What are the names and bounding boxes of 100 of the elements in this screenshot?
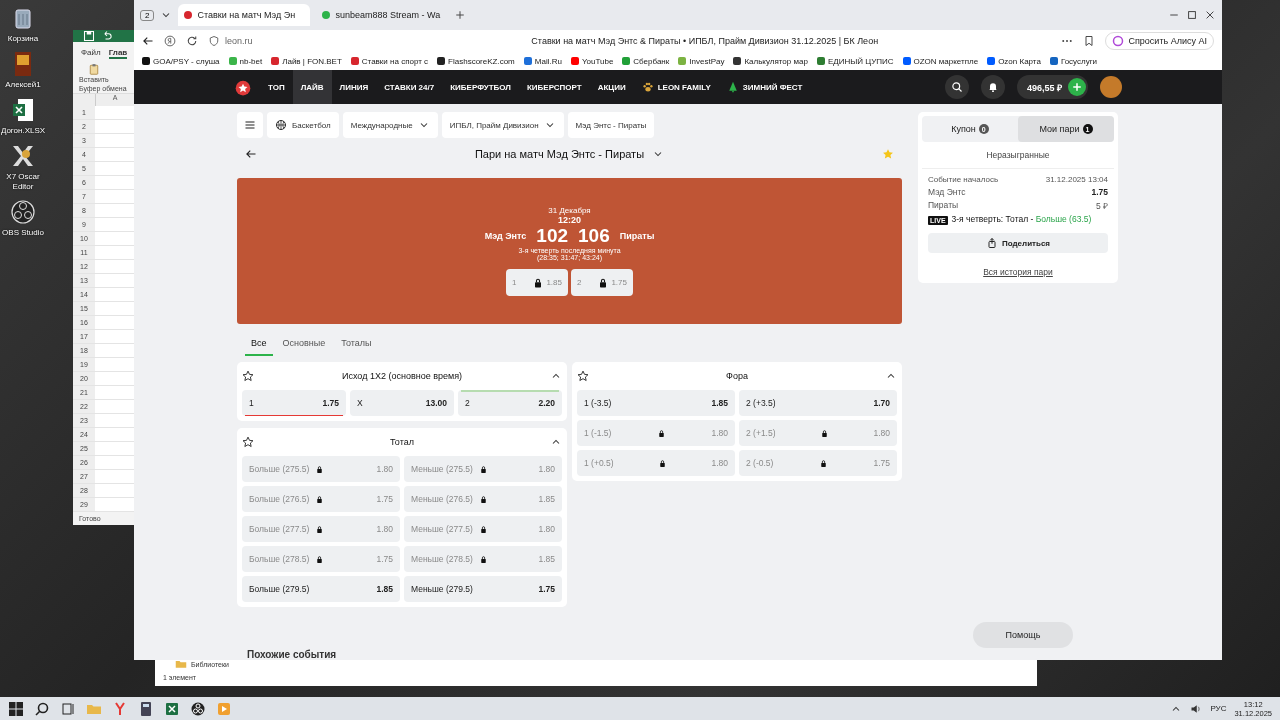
odds-button[interactable]: 1 (-3.5) 1.85 — [577, 390, 735, 416]
team-name: Пираты — [619, 231, 655, 241]
speaker-icon[interactable] — [1190, 702, 1203, 715]
odds-button[interactable]: Больше (279.5) 1.85 — [242, 576, 400, 602]
avatar[interactable] — [1100, 76, 1122, 98]
lock-icon — [658, 458, 667, 468]
ribbon-tab[interactable]: Файл — [81, 48, 101, 59]
bookmark-link[interactable]: InvestPay — [689, 56, 725, 66]
star-icon[interactable] — [242, 370, 254, 382]
menu-button[interactable] — [237, 112, 263, 138]
history-link[interactable]: Вся история пари — [983, 267, 1053, 277]
bookmark-link[interactable]: YouTube — [581, 56, 614, 66]
close-icon[interactable] — [1204, 9, 1216, 21]
bookmark-link[interactable]: Ставки на спорт с — [361, 56, 429, 66]
assistant-button[interactable]: Спросить Алису AI — [1105, 32, 1214, 50]
market-tab[interactable]: Тоталы — [335, 338, 378, 356]
nav-link[interactable]: ЗИМНИЙ ФЕСТ — [718, 70, 811, 104]
browser-tab[interactable]: sunbeam888 Stream - Wa — [316, 4, 449, 26]
nav-link[interactable]: ЛАЙВ — [292, 70, 332, 104]
bookmark-link[interactable]: nb-bet — [239, 56, 263, 66]
breadcrumb[interactable]: Международные — [342, 112, 438, 138]
star-icon[interactable] — [242, 436, 254, 448]
tree-icon — [726, 81, 739, 93]
lock-icon — [315, 494, 325, 504]
odds-button[interactable]: Меньше (279.5) 1.75 — [404, 576, 562, 602]
lock-icon — [315, 524, 325, 534]
balance-button[interactable]: 496,55 ₽ — [1016, 75, 1088, 99]
notifications-button[interactable] — [980, 75, 1005, 99]
search-icon — [950, 81, 963, 93]
bet-selection: 3-я четверть: Тотал - Больше (63.5) — [951, 214, 1092, 224]
reload-icon[interactable] — [186, 35, 198, 47]
star-icon[interactable] — [577, 370, 589, 382]
lock-icon — [656, 428, 666, 438]
bookmark-link[interactable]: Ozon Карта — [998, 56, 1041, 66]
odds-button[interactable]: 2 (+3.5) 1.70 — [739, 390, 897, 416]
favorite-star-icon[interactable] — [882, 148, 894, 160]
odds-button[interactable]: X 13.00 — [350, 390, 454, 416]
share-button[interactable]: Поделиться — [928, 233, 1108, 253]
desktop-icon-label[interactable]: Корзина — [7, 34, 39, 44]
score-value: 102 — [536, 225, 569, 247]
desktop-icon-label[interactable]: Догон.XLSX — [0, 126, 46, 136]
bookmark-link[interactable]: Калькулятор мар — [744, 56, 808, 66]
market-title: Тотал — [389, 437, 415, 447]
tab-counter[interactable]: 2 — [140, 9, 155, 21]
plus-icon[interactable] — [1071, 81, 1083, 93]
new-tab-icon[interactable] — [454, 9, 467, 21]
help-button[interactable]: Помощь — [973, 622, 1073, 648]
bookmark-link[interactable]: ЕДИНЫЙ ЦУПИС — [827, 56, 894, 66]
shield-icon — [208, 35, 220, 47]
spreadsheet-file-icon[interactable] — [10, 96, 36, 124]
bookmark-link[interactable]: OZON маркетпле — [913, 56, 979, 66]
market-tab[interactable]: Основные — [276, 338, 332, 356]
bookmark-icon[interactable] — [1083, 35, 1096, 47]
nav-link[interactable]: LEON FAMILY — [633, 70, 719, 104]
breadcrumb[interactable]: Баскетбол — [267, 112, 339, 138]
bookmark-link[interactable]: Лайв | FON.BET — [282, 56, 342, 66]
bookmark-link[interactable]: FlashscoreKZ.com — [448, 56, 515, 66]
save-icon[interactable] — [83, 30, 95, 42]
back-arrow-icon[interactable] — [245, 148, 257, 160]
desktop-icon-label[interactable]: X7 Oscar Editor — [0, 172, 46, 192]
nav-link[interactable]: КИБЕРФУТБОЛ — [442, 70, 519, 104]
bookmark-link[interactable]: Mail.Ru — [534, 56, 562, 66]
desktop-icon-label[interactable]: OBS Studio — [2, 228, 44, 238]
menu-icon — [244, 119, 256, 131]
lock-icon — [478, 494, 488, 504]
windows-logo-icon[interactable] — [8, 700, 24, 717]
nav-link[interactable]: СТАВКИ 24/7 — [376, 70, 443, 104]
odds-button[interactable]: 1 1.75 — [242, 390, 346, 416]
bookmark-link[interactable]: Госуслуги — [1060, 56, 1098, 66]
breadcrumb[interactable]: ИПБЛ, Прайм Дивизион — [441, 112, 564, 138]
calculator-icon[interactable] — [138, 700, 154, 717]
back-icon[interactable] — [142, 35, 154, 47]
breadcrumb[interactable]: Мэд Энтс - Пираты — [567, 112, 655, 138]
clipboard-icon[interactable] — [87, 63, 100, 75]
nav-link[interactable]: АКЦИИ — [589, 70, 634, 104]
address-field[interactable]: leon.ru — [208, 35, 348, 47]
match-title[interactable]: Пари на матч Мэд Энтс - Пираты — [474, 148, 645, 160]
spreadsheet-icon[interactable] — [164, 700, 180, 717]
task-view-icon[interactable] — [60, 700, 76, 717]
y-logo-icon[interactable] — [112, 700, 128, 717]
lock-icon — [478, 464, 488, 474]
search-icon[interactable] — [34, 700, 50, 717]
bookmark-link[interactable]: Сбербанк — [633, 56, 670, 66]
lock-icon — [478, 554, 488, 564]
paw-icon — [641, 81, 654, 93]
market-title: Фора — [725, 371, 749, 381]
browser-logo-icon[interactable] — [164, 35, 176, 47]
market-tab[interactable]: Все — [245, 338, 273, 356]
desktop-icon-label[interactable]: Алексей1 — [5, 80, 41, 90]
nav-link[interactable]: ЛИНИЯ — [331, 70, 377, 104]
share-icon — [986, 237, 998, 249]
browser-tab[interactable]: Ставки на матч Мэд Эн — [178, 4, 311, 26]
nav-link[interactable]: КИБЕРСПОРТ — [518, 70, 590, 104]
odds-button[interactable]: 2 2.20 — [458, 390, 562, 416]
bookmark-link[interactable]: GOA/PSY - слуша — [153, 56, 220, 66]
maximize-icon[interactable] — [1186, 9, 1198, 21]
language-indicator[interactable]: РУС — [1210, 704, 1227, 713]
nav-link[interactable]: ТОП — [260, 70, 293, 104]
search-button[interactable] — [944, 75, 969, 99]
logo-icon[interactable] — [234, 78, 252, 96]
